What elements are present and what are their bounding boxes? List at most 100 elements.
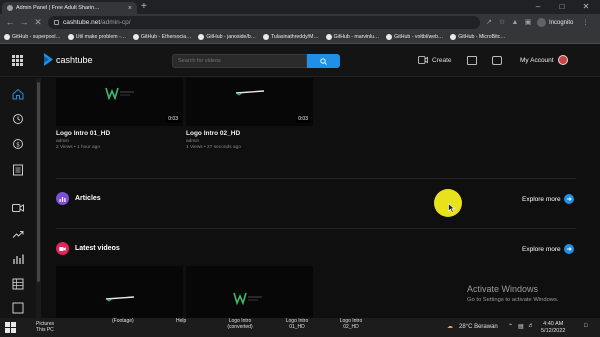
messages-icon[interactable]: [467, 56, 477, 65]
bookmarks-bar: GitHub - superpool… Util make problem -……: [0, 31, 600, 44]
articles-title: Articles: [75, 195, 101, 202]
bookmark-item[interactable]: GitHub - Ethersocia…: [132, 34, 191, 40]
latest-videos-icon: [56, 242, 69, 255]
bookmark-label: Util make problem -…: [75, 34, 126, 40]
sidebar-scrollbar[interactable]: [36, 78, 41, 318]
forward-icon[interactable]: →: [18, 16, 30, 29]
new-tab-button[interactable]: +: [141, 1, 147, 13]
bookmark-item[interactable]: GitHub - janoside/b…: [198, 34, 256, 40]
windows-taskbar: Pictures This PC (Footage) Help Logo Intr…: [0, 318, 600, 337]
home-icon[interactable]: [12, 88, 24, 100]
latest-explore-more-link[interactable]: Explore more: [522, 244, 574, 254]
back-icon[interactable]: ←: [4, 16, 16, 29]
github-icon: [386, 34, 393, 40]
arrow-right-icon: [563, 194, 574, 204]
browser-menu-icon[interactable]: ⋮: [582, 19, 588, 26]
logo-intro-thumbnail-icon: [235, 90, 265, 96]
video-author[interactable]: admin: [186, 139, 313, 144]
notification-center-icon[interactable]: □: [584, 323, 588, 329]
taskbar-item[interactable]: Pictures This PC: [36, 321, 54, 333]
tab-close-icon[interactable]: ×: [128, 5, 132, 12]
articles-explore-more-link[interactable]: Explore more: [522, 194, 574, 204]
network-icon[interactable]: ▤: [518, 323, 524, 330]
video-card[interactable]: 0:03 Logo Intro 02_HD admin 1 Views • 27…: [186, 78, 313, 150]
logo-play-icon: [44, 53, 53, 66]
video-author[interactable]: admin: [56, 139, 183, 144]
video-thumbnail[interactable]: [56, 266, 183, 318]
close-window-icon[interactable]: ✕: [575, 0, 597, 14]
bookmark-item[interactable]: Util make problem -…: [67, 34, 126, 40]
playlist-icon[interactable]: [12, 278, 24, 290]
taskbar-item[interactable]: Help: [176, 318, 186, 324]
search-button[interactable]: [307, 54, 340, 68]
clock-date: 5/12/2022: [541, 328, 566, 334]
taskbar-item[interactable]: Logo Intro 02_HD: [336, 318, 366, 330]
video-meta: 2 Views • 1 hour ago: [56, 145, 100, 150]
bookmark-item[interactable]: GitHub - marvinlu…: [325, 34, 380, 40]
volume-icon[interactable]: ♬: [528, 323, 534, 329]
tray-chevron-icon[interactable]: ⌃: [508, 323, 513, 330]
video-duration: 0:03: [296, 115, 310, 123]
weather-icon: ☁: [447, 324, 453, 330]
bookmark-star-icon[interactable]: ☆: [497, 17, 507, 28]
incognito-indicator[interactable]: Incognito ⋮: [537, 16, 588, 29]
taskbar-label: Logo Intro (converted): [227, 318, 253, 330]
video-thumbnail[interactable]: [186, 266, 313, 318]
bookmark-label: GitHub - superpool…: [12, 34, 61, 40]
video-card[interactable]: 0:03 Logo Intro 01_HD admin 2 Views • 1 …: [56, 78, 183, 150]
browser-toolbar: ← → ✕ cashtube.net/admin-cp/ ↗ ☆ ▲ ▣ Inc…: [0, 14, 600, 31]
videos-icon[interactable]: [12, 202, 24, 214]
extensions-icon[interactable]: ▣: [523, 17, 533, 28]
trending-icon[interactable]: [12, 228, 24, 240]
articles-icon[interactable]: [12, 164, 24, 176]
browser-tabstrip: Admin Panel | Free Adult Sharin… × + – □…: [0, 0, 600, 14]
watermark-title: Activate Windows: [467, 284, 539, 294]
notifications-icon[interactable]: [492, 56, 502, 65]
browser-tab[interactable]: Admin Panel | Free Adult Sharin… ×: [2, 2, 137, 14]
scrollbar-thumb[interactable]: [37, 82, 40, 282]
bookmark-item[interactable]: Tulasinathreddy/M…: [262, 34, 319, 40]
search-input[interactable]: [172, 54, 307, 68]
bookmark-label: GitHub - janoside/b…: [206, 34, 256, 40]
video-card[interactable]: [56, 266, 183, 318]
site-logo[interactable]: cashtube: [44, 53, 93, 66]
video-title[interactable]: Logo Intro 02_HD: [186, 130, 313, 137]
history-icon[interactable]: [12, 113, 24, 125]
video-card[interactable]: [186, 266, 313, 318]
taskbar-item[interactable]: Logo Intro (converted): [225, 318, 255, 330]
bookmark-label: GitHub - marvinlu…: [333, 34, 380, 40]
account-menu[interactable]: My Account: [520, 55, 568, 65]
taskbar-label: Logo Intro 01_HD: [285, 318, 309, 330]
windows-start-icon[interactable]: [5, 322, 16, 333]
taskbar-label: This PC: [36, 327, 54, 333]
taskbar-item[interactable]: (Footage): [112, 318, 134, 324]
minimize-icon[interactable]: –: [527, 0, 549, 14]
metamask-extension-icon[interactable]: ▲: [510, 17, 520, 28]
explore-more-label: Explore more: [522, 195, 561, 203]
maximize-icon[interactable]: □: [551, 0, 573, 14]
bookmark-label: GitHub - voltbl/web…: [394, 34, 444, 40]
earnings-icon[interactable]: $: [12, 138, 24, 150]
mouse-cursor-icon: [448, 203, 455, 213]
create-label: Create: [432, 56, 452, 64]
taskbar-clock[interactable]: 4:40 AM 5/12/2022: [541, 321, 565, 335]
weather-text[interactable]: 28°C Berawan: [459, 324, 498, 330]
stop-loading-icon[interactable]: ✕: [32, 16, 44, 29]
bookmark-item[interactable]: GitHub - MicroBitc…: [450, 34, 505, 40]
url-host: cashtube.net: [63, 19, 101, 26]
video-title[interactable]: Logo Intro 01_HD: [56, 130, 183, 137]
taskbar-item[interactable]: Logo Intro 01_HD: [283, 318, 311, 330]
arrow-right-icon: [563, 244, 574, 254]
statistics-icon[interactable]: [12, 253, 24, 265]
share-icon[interactable]: ↗: [484, 17, 494, 28]
video-thumbnail[interactable]: 0:03: [186, 78, 313, 126]
bookmark-item[interactable]: GitHub - superpool…: [4, 34, 61, 40]
bookmark-item[interactable]: GitHub - voltbl/web…: [386, 34, 443, 40]
address-bar[interactable]: cashtube.net/admin-cp/: [48, 16, 480, 29]
lock-icon: [54, 20, 59, 25]
create-button[interactable]: Create: [418, 56, 452, 64]
import-icon[interactable]: [12, 302, 24, 314]
video-thumbnail[interactable]: 0:03: [56, 78, 183, 126]
explore-more-label: Explore more: [522, 245, 561, 253]
apps-grid-icon[interactable]: [12, 55, 23, 66]
